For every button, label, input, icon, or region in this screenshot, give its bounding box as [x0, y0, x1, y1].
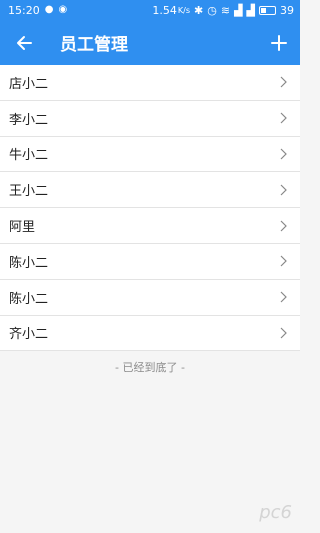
employee-name: 王小二: [9, 184, 49, 200]
employee-name: 齐小二: [9, 327, 49, 343]
employee-row[interactable]: 店小二: [0, 65, 300, 101]
bluetooth-icon: ✱: [194, 3, 204, 17]
message-icon: ●: [44, 4, 54, 15]
battery-icon: [259, 5, 276, 15]
alarm-icon: ◷: [207, 3, 217, 17]
chevron-right-icon: [278, 326, 290, 340]
app-bar: 员工管理: [0, 20, 300, 65]
arrow-left-icon: [17, 35, 32, 50]
check-circle-icon: ◉: [58, 4, 68, 15]
employee-row[interactable]: 牛小二: [0, 137, 300, 173]
chevron-right-icon: [278, 254, 290, 268]
employee-name: 陈小二: [9, 291, 49, 307]
employee-name: 李小二: [9, 112, 49, 128]
battery-level: 39: [280, 3, 294, 17]
employee-name: 阿里: [9, 220, 36, 236]
back-button[interactable]: [0, 20, 48, 65]
network-speed: 1.54: [152, 3, 177, 17]
chevron-right-icon: [278, 111, 290, 125]
chevron-right-icon: [278, 219, 290, 233]
employee-row[interactable]: 齐小二: [0, 316, 300, 352]
chevron-right-icon: [278, 75, 290, 89]
signal-icon-2: ▟: [246, 3, 255, 17]
status-bar: 15:20 ● ◉ 1.54 K/s ✱ ◷ ≋ ▟ ▟ 39: [0, 0, 300, 20]
chevron-right-icon: [278, 147, 290, 161]
employee-row[interactable]: 阿里: [0, 208, 300, 244]
wifi-icon: ≋: [220, 3, 231, 17]
status-right: 1.54 K/s ✱ ◷ ≋ ▟ ▟ 39: [148, 4, 294, 17]
chevron-right-icon: [278, 183, 290, 197]
page-title: 员工管理: [60, 35, 128, 55]
plus-icon: [271, 34, 287, 51]
employee-name: 陈小二: [9, 255, 49, 271]
chevron-right-icon: [278, 290, 290, 304]
employee-list: 店小二 李小二 牛小二 王小二 阿里 陈小二 陈小二 齐小二: [0, 65, 300, 352]
employee-row[interactable]: 陈小二: [0, 280, 300, 316]
end-of-list-text: - 已经到底了 -: [115, 361, 185, 374]
signal-icon: ▟: [234, 3, 243, 17]
watermark-logo: pc6: [259, 502, 292, 523]
employee-row[interactable]: 王小二: [0, 172, 300, 209]
network-speed-unit: K/s: [177, 5, 191, 15]
employee-name: 牛小二: [9, 148, 49, 164]
employee-row[interactable]: 李小二: [0, 101, 300, 137]
status-time: 15:20: [8, 3, 40, 17]
add-employee-button[interactable]: [258, 20, 300, 65]
employee-name: 店小二: [9, 76, 49, 92]
employee-row[interactable]: 陈小二: [0, 244, 300, 280]
